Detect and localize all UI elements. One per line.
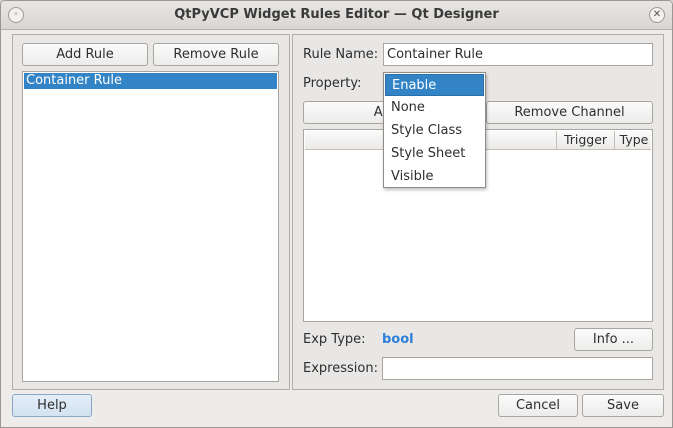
info-button[interactable]: Info ...: [574, 328, 653, 351]
column-header-trigger[interactable]: Trigger: [556, 131, 614, 149]
property-dropdown-menu[interactable]: Enable None Style Class Style Sheet Visi…: [383, 72, 486, 188]
remove-channel-button[interactable]: Remove Channel: [486, 101, 653, 124]
rule-name-label: Rule Name:: [303, 47, 379, 62]
cancel-button[interactable]: Cancel: [498, 394, 578, 417]
remove-rule-button[interactable]: Remove Rule: [153, 43, 279, 66]
rules-editor-window: ◦ QtPyVCP Widget Rules Editor — Qt Desig…: [0, 0, 673, 428]
expression-label: Expression:: [303, 361, 378, 376]
property-label: Property:: [303, 76, 362, 91]
dropdown-option-none[interactable]: None: [385, 97, 484, 119]
expression-input[interactable]: [382, 357, 653, 380]
window-title: QtPyVCP Widget Rules Editor — Qt Designe…: [174, 7, 499, 22]
rules-panel: Add Rule Remove Rule Container Rule: [12, 34, 290, 390]
help-button[interactable]: Help: [12, 394, 92, 417]
dropdown-option-visible[interactable]: Visible: [385, 166, 484, 188]
dropdown-option-style-class[interactable]: Style Class: [385, 120, 484, 142]
column-header-type[interactable]: Type: [614, 131, 653, 149]
rule-list-item[interactable]: Container Rule: [24, 73, 277, 89]
add-rule-button[interactable]: Add Rule: [22, 43, 148, 66]
rules-list[interactable]: Container Rule: [22, 71, 279, 382]
exp-type-label: Exp Type:: [303, 332, 366, 347]
dropdown-option-style-sheet[interactable]: Style Sheet: [385, 143, 484, 165]
save-button[interactable]: Save: [582, 394, 664, 417]
dropdown-option-enable[interactable]: Enable: [385, 74, 484, 96]
exp-type-value: bool: [382, 332, 414, 347]
title-bar: ◦ QtPyVCP Widget Rules Editor — Qt Desig…: [1, 1, 672, 30]
rule-name-input[interactable]: Container Rule: [383, 43, 653, 66]
close-icon[interactable]: ✕: [649, 7, 665, 23]
